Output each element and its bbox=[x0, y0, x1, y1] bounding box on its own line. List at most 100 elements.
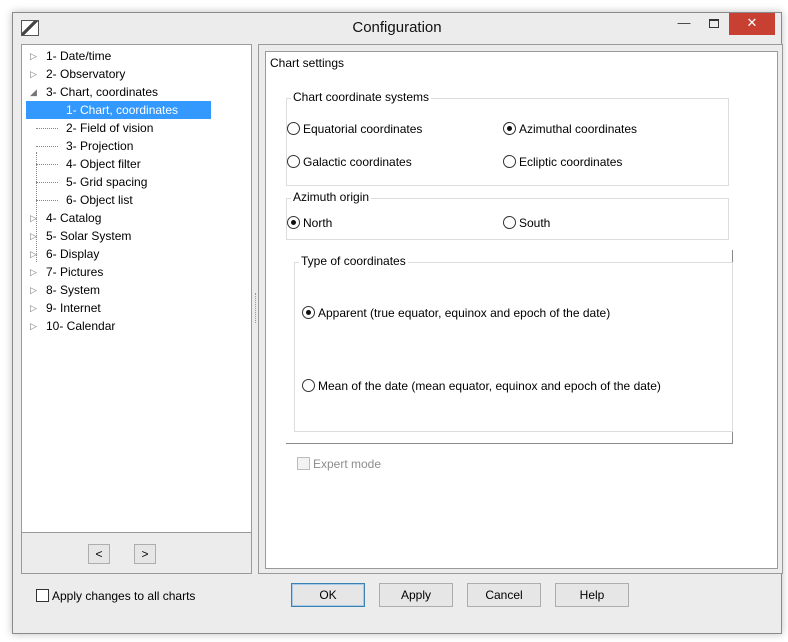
page-title: Chart settings bbox=[270, 56, 345, 70]
tree-subitem-projection[interactable]: 3- Projection bbox=[22, 137, 251, 155]
tree-branch-line bbox=[36, 164, 58, 165]
expand-icon[interactable]: ▷ bbox=[30, 281, 40, 299]
radio-icon bbox=[503, 216, 516, 229]
minimize-button[interactable]: — bbox=[669, 13, 699, 35]
chart-settings-page: Chart settings Chart coordinate systems … bbox=[265, 51, 778, 569]
tree-navigation: < > bbox=[22, 532, 251, 573]
tree-branch-line bbox=[36, 146, 58, 147]
expand-icon[interactable]: ▷ bbox=[30, 263, 40, 281]
maximize-button[interactable] bbox=[699, 13, 729, 35]
tree-subitem-chart-coordinates[interactable]: 1- Chart, coordinates bbox=[22, 101, 251, 119]
tree-item-label: 1- Date/time bbox=[46, 49, 112, 63]
tree-subitem-field-of-vision[interactable]: 2- Field of vision bbox=[22, 119, 251, 137]
expert-mode-checkbox[interactable]: Expert mode bbox=[297, 456, 381, 472]
checkbox-label: Apply changes to all charts bbox=[52, 589, 196, 603]
tree-item-label: 5- Grid spacing bbox=[66, 175, 148, 189]
radio-label: Equatorial coordinates bbox=[303, 122, 423, 136]
apply-button[interactable]: Apply bbox=[379, 583, 453, 607]
collapse-icon[interactable]: ◢ bbox=[30, 83, 40, 101]
tree-item-chart-coordinates[interactable]: ◢ 3- Chart, coordinates bbox=[22, 83, 251, 101]
tree-item-label: 1- Chart, coordinates bbox=[26, 101, 211, 119]
tree-branch-line bbox=[36, 128, 58, 129]
tree-item-label: 6- Object list bbox=[66, 193, 133, 207]
group-title: Azimuth origin bbox=[291, 190, 372, 204]
tree-item-label: 2- Observatory bbox=[46, 67, 126, 81]
tree-item-label: 6- Display bbox=[46, 247, 100, 261]
tree-item-date-time[interactable]: ▷ 1- Date/time bbox=[22, 47, 251, 65]
ok-button[interactable]: OK bbox=[291, 583, 365, 607]
group-title: Chart coordinate systems bbox=[291, 90, 432, 104]
tree-item-label: 2- Field of vision bbox=[66, 121, 154, 135]
tree-branch-line bbox=[36, 200, 58, 201]
tree-subitem-object-list[interactable]: 6- Object list bbox=[22, 191, 251, 209]
radio-north[interactable]: North bbox=[287, 215, 332, 231]
tree-item-label: 8- System bbox=[46, 283, 101, 297]
expand-icon[interactable]: ▷ bbox=[30, 65, 40, 83]
tree-item-system[interactable]: ▷ 8- System bbox=[22, 281, 251, 299]
radio-apparent[interactable]: Apparent (true equator, equinox and epoc… bbox=[302, 305, 610, 321]
radio-icon bbox=[287, 122, 300, 135]
radio-icon bbox=[503, 155, 516, 168]
tree-item-label: 4- Object filter bbox=[66, 157, 141, 171]
expand-icon[interactable]: ▷ bbox=[30, 317, 40, 335]
panel-splitter[interactable] bbox=[255, 293, 257, 323]
tree-item-pictures[interactable]: ▷ 7- Pictures bbox=[22, 263, 251, 281]
radio-ecliptic[interactable]: Ecliptic coordinates bbox=[503, 154, 622, 170]
tree-item-label: 5- Solar System bbox=[46, 229, 132, 243]
radio-label: Apparent (true equator, equinox and epoc… bbox=[318, 306, 611, 320]
tree-item-label: 3- Projection bbox=[66, 139, 134, 153]
tree-item-internet[interactable]: ▷ 9- Internet bbox=[22, 299, 251, 317]
close-icon: ✕ bbox=[746, 15, 758, 30]
expand-icon[interactable]: ▷ bbox=[30, 245, 40, 263]
checkbox-label: Expert mode bbox=[313, 457, 382, 471]
settings-panel: Chart settings Chart coordinate systems … bbox=[258, 44, 783, 574]
expand-icon[interactable]: ▷ bbox=[30, 227, 40, 245]
group-title: Type of coordinates bbox=[299, 254, 408, 268]
radio-equatorial[interactable]: Equatorial coordinates bbox=[287, 121, 422, 137]
radio-label: Galactic coordinates bbox=[303, 155, 412, 169]
radio-azimuthal[interactable]: Azimuthal coordinates bbox=[503, 121, 637, 137]
minimize-icon: — bbox=[677, 15, 691, 30]
azimuth-origin-group: Azimuth origin North South bbox=[286, 190, 729, 240]
tree-item-calendar[interactable]: ▷ 10- Calendar bbox=[22, 317, 251, 335]
title-bar[interactable]: Configuration — ✕ bbox=[13, 13, 781, 43]
tree-panel: ▷ 1- Date/time ▷ 2- Observatory ◢ 3- Cha… bbox=[21, 44, 252, 574]
radio-icon bbox=[302, 379, 315, 392]
tree-branch-line bbox=[36, 182, 58, 183]
tree-item-label: 4- Catalog bbox=[46, 211, 102, 225]
previous-page-button[interactable]: < bbox=[88, 544, 110, 564]
radio-label: Ecliptic coordinates bbox=[519, 155, 623, 169]
close-button[interactable]: ✕ bbox=[729, 13, 775, 35]
tree-subitem-grid-spacing[interactable]: 5- Grid spacing bbox=[22, 173, 251, 191]
tree-subitem-object-filter[interactable]: 4- Object filter bbox=[22, 155, 251, 173]
tree-item-catalog[interactable]: ▷ 4- Catalog bbox=[22, 209, 251, 227]
next-page-button[interactable]: > bbox=[134, 544, 156, 564]
expand-icon[interactable]: ▷ bbox=[30, 209, 40, 227]
configuration-window: Configuration — ✕ ▷ 1- Date/time ▷ 2- Ob… bbox=[12, 12, 783, 634]
radio-selected-icon bbox=[302, 306, 315, 319]
apply-all-charts-checkbox[interactable]: Apply changes to all charts bbox=[36, 588, 195, 604]
radio-galactic[interactable]: Galactic coordinates bbox=[287, 154, 412, 170]
maximize-icon bbox=[709, 19, 719, 29]
radio-label: North bbox=[303, 216, 333, 230]
checkbox-icon bbox=[36, 589, 49, 602]
expand-icon[interactable]: ▷ bbox=[30, 299, 40, 317]
checkbox-icon bbox=[297, 457, 310, 470]
radio-selected-icon bbox=[287, 216, 300, 229]
coordinate-type-group: Type of coordinates Apparent (true equat… bbox=[294, 254, 733, 432]
tree-item-label: 3- Chart, coordinates bbox=[46, 85, 159, 99]
tree-item-label: 7- Pictures bbox=[46, 265, 104, 279]
tree-item-label: 10- Calendar bbox=[46, 319, 116, 333]
tree-item-display[interactable]: ▷ 6- Display bbox=[22, 245, 251, 263]
radio-label: South bbox=[519, 216, 551, 230]
help-button[interactable]: Help bbox=[555, 583, 629, 607]
tree-item-observatory[interactable]: ▷ 2- Observatory bbox=[22, 65, 251, 83]
radio-south[interactable]: South bbox=[503, 215, 550, 231]
window-title: Configuration bbox=[352, 19, 442, 36]
radio-selected-icon bbox=[503, 122, 516, 135]
radio-label: Mean of the date (mean equator, equinox … bbox=[318, 379, 661, 393]
expand-icon[interactable]: ▷ bbox=[30, 47, 40, 65]
cancel-button[interactable]: Cancel bbox=[467, 583, 541, 607]
tree-item-solar-system[interactable]: ▷ 5- Solar System bbox=[22, 227, 251, 245]
radio-mean-of-date[interactable]: Mean of the date (mean equator, equinox … bbox=[302, 378, 661, 394]
